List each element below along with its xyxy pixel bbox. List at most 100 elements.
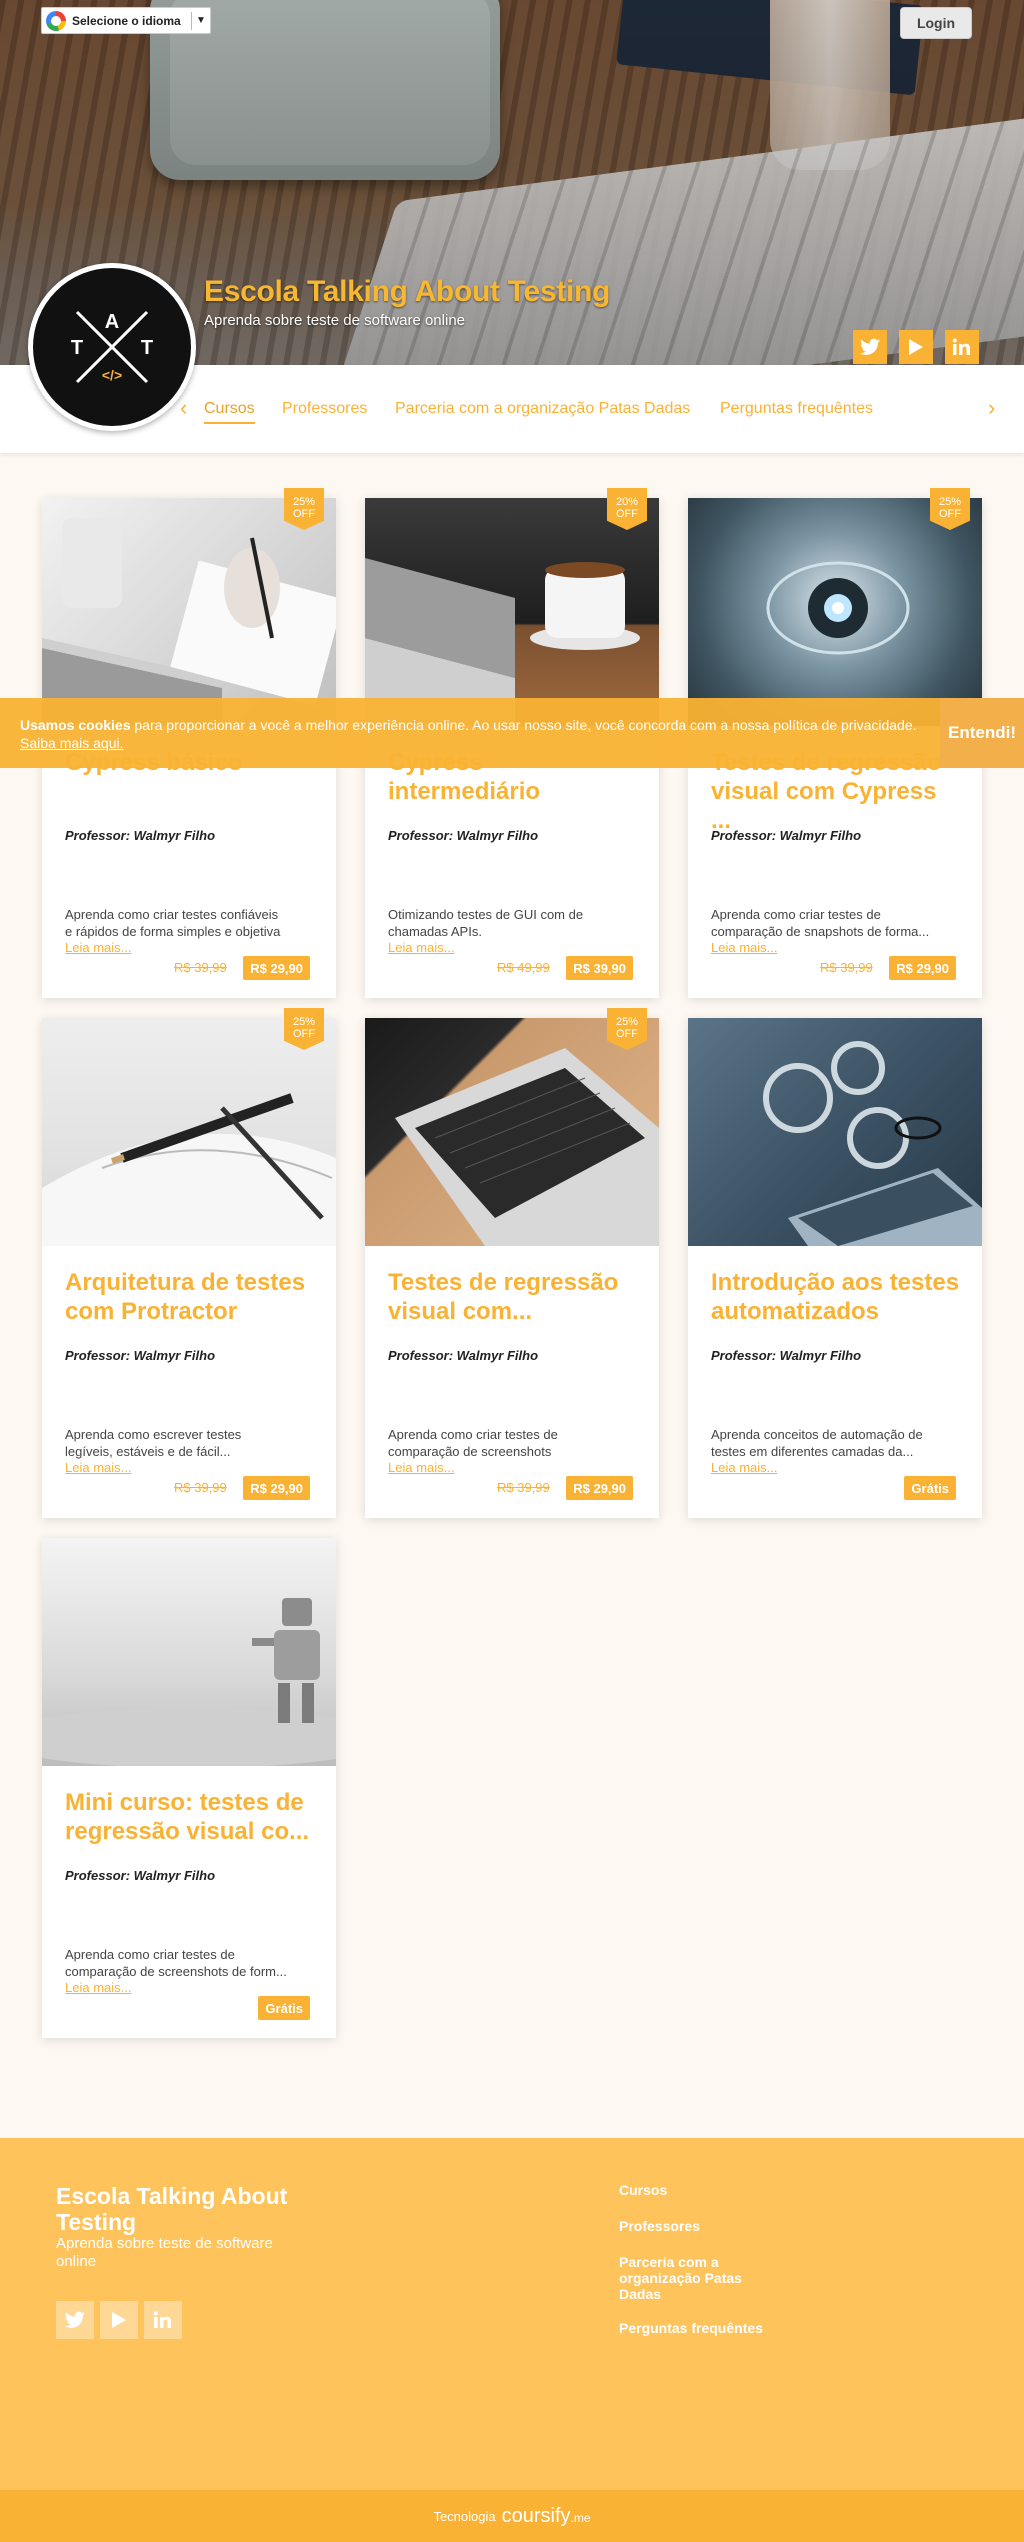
cookie-message: Usamos cookies para proporcionar a você … <box>20 716 920 752</box>
course-image-art <box>42 1093 336 1246</box>
course-description-line-1: Aprenda conceitos de automação de <box>711 1427 923 1442</box>
brand-name: coursify <box>501 2504 571 2527</box>
old-price: R$ 39,99 <box>497 1480 550 1495</box>
tech-label: Tecnologia <box>433 2508 496 2524</box>
course-professor: Professor: Walmyr Filho <box>65 1868 216 1883</box>
course-description-line-2: e rápidos de forma simples e objetiva <box>65 924 281 939</box>
course-image <box>42 498 336 726</box>
old-price: R$ 39,99 <box>174 1480 227 1495</box>
course-card-mini-curso[interactable]: Mini curso: testes de regressão visual c… <box>42 1538 336 2038</box>
course-image <box>42 1538 336 1766</box>
footer-link-perguntas[interactable]: Perguntas frequêntes <box>619 2320 769 2336</box>
google-icon <box>46 10 66 31</box>
course-title[interactable]: Introdução aos testes automatizados <box>711 1268 961 1326</box>
language-label: Selecione o idioma <box>72 13 181 28</box>
price-tag: Grátis <box>904 1476 956 1500</box>
tab-parceria[interactable]: Parceria com a organização Patas Dadas <box>395 400 690 418</box>
course-description-line-2: chamadas APIs. <box>388 924 482 939</box>
tab-perguntas[interactable]: Perguntas frequêntes <box>720 400 873 418</box>
powered-by-bar: Tecnologia coursify.me <box>0 2490 1024 2542</box>
course-description-line-2: legíveis, estáveis e de fácil... <box>65 1444 231 1459</box>
course-professor: Professor: Walmyr Filho <box>65 1348 216 1363</box>
course-description-line-1: Aprenda como criar testes de <box>388 1427 558 1442</box>
course-image <box>365 1018 659 1246</box>
twitter-icon <box>860 338 880 355</box>
linkedin-icon <box>952 338 970 355</box>
language-selector[interactable]: Selecione o idioma ▼ <box>41 7 211 34</box>
school-subtitle: Aprenda sobre teste de software online <box>204 312 465 329</box>
course-description-line-2: comparação de screenshots <box>388 1444 552 1459</box>
twitter-icon <box>65 2311 85 2328</box>
price-tag: R$ 29,90 <box>243 956 310 980</box>
course-image <box>688 498 982 726</box>
course-card-introducao-testes[interactable]: Introdução aos testes automatizados Prof… <box>688 1018 982 1518</box>
course-description-line-1: Aprenda como criar testes de <box>711 907 881 922</box>
logo-code: </> <box>102 367 122 383</box>
read-more-link[interactable]: Leia mais... <box>711 940 777 955</box>
price-tag: R$ 29,90 <box>566 1476 633 1500</box>
read-more-link[interactable]: Leia mais... <box>65 1980 131 1995</box>
course-description-line-1: Aprenda como criar testes de <box>65 1947 235 1962</box>
coursify-logo[interactable]: coursify.me <box>502 2505 591 2528</box>
course-title[interactable]: Testes de regressão visual com... <box>388 1268 638 1326</box>
course-description-line-1: Aprenda como escrever testes <box>65 1427 242 1442</box>
course-professor: Professor: Walmyr Filho <box>711 828 862 843</box>
chevron-right-icon[interactable]: › <box>988 395 995 421</box>
cookie-learn-more-link[interactable]: Saiba mais aqui. <box>20 735 124 751</box>
logo-letter-t-right: T <box>141 337 153 359</box>
course-image <box>42 1018 336 1246</box>
footer-youtube-link[interactable] <box>100 2301 138 2339</box>
logo-mark: A T T </> <box>71 310 153 384</box>
course-professor: Professor: Walmyr Filho <box>388 828 539 843</box>
read-more-link[interactable]: Leia mais... <box>65 1460 131 1475</box>
course-description-line-1: Otimizando testes de GUI com de <box>388 907 584 922</box>
school-title: Escola Talking About Testing <box>204 275 611 308</box>
brand-suffix: .me <box>570 2510 591 2525</box>
read-more-link[interactable]: Leia mais... <box>65 940 131 955</box>
read-more-link[interactable]: Leia mais... <box>388 1460 454 1475</box>
cookie-text: para proporcionar a você a melhor experi… <box>130 717 917 733</box>
cookie-accept-button[interactable]: Entendi! <box>940 698 1024 768</box>
footer-link-parceria[interactable]: Parceria com a organização Patas Dadas <box>619 2254 769 2302</box>
course-professor: Professor: Walmyr Filho <box>388 1348 539 1363</box>
course-image-art <box>766 561 910 655</box>
old-price: R$ 49,99 <box>497 960 550 975</box>
linkedin-link[interactable] <box>945 330 979 364</box>
login-button[interactable]: Login <box>900 7 972 39</box>
youtube-link[interactable] <box>899 330 933 364</box>
course-description-line-1: Aprenda como criar testes confiáveis <box>65 907 279 922</box>
course-image <box>688 1018 982 1246</box>
footer-twitter-link[interactable] <box>56 2301 94 2339</box>
twitter-link[interactable] <box>853 330 887 364</box>
course-image-art <box>763 1041 982 1246</box>
linkedin-icon <box>153 2311 171 2328</box>
school-logo[interactable]: A T T </> <box>28 263 196 431</box>
old-price: R$ 39,99 <box>174 960 227 975</box>
footer-link-professores[interactable]: Professores <box>619 2218 769 2234</box>
logo-letter-a: A <box>105 311 119 333</box>
course-image-art <box>42 1598 336 1766</box>
cookie-banner: Usamos cookies para proporcionar a você … <box>0 698 1024 768</box>
price-tag: R$ 29,90 <box>889 956 956 980</box>
tab-professores[interactable]: Professores <box>282 400 367 418</box>
course-description-line-2: comparação de snapshots de forma... <box>711 924 930 939</box>
cookie-bold-text: Usamos cookies <box>20 717 131 733</box>
course-title[interactable]: Arquitetura de testes com Protractor <box>65 1268 315 1326</box>
read-more-link[interactable]: Leia mais... <box>388 940 454 955</box>
footer-link-cursos[interactable]: Cursos <box>619 2182 769 2198</box>
course-card-arquitetura-protractor[interactable]: 25% OFF Arquitetura de testes com Protra… <box>42 1008 336 1518</box>
course-card-regressao-visual-screenshots[interactable]: 25% OFF Testes de regressão visual com..… <box>365 1008 659 1518</box>
youtube-icon <box>112 2312 126 2328</box>
logo-letter-t-left: T <box>71 337 83 359</box>
course-description-line-2: testes em diferentes camadas da... <box>711 1444 914 1459</box>
price-tag: Grátis <box>258 1996 310 2020</box>
footer-linkedin-link[interactable] <box>144 2301 182 2339</box>
course-title[interactable]: Mini curso: testes de regressão visual c… <box>65 1788 315 1846</box>
price-tag: R$ 39,90 <box>566 956 633 980</box>
course-image <box>365 498 659 726</box>
course-professor: Professor: Walmyr Filho <box>65 828 216 843</box>
youtube-icon <box>909 339 923 355</box>
footer-title: Escola Talking About Testing <box>56 2183 288 2235</box>
read-more-link[interactable]: Leia mais... <box>711 1460 777 1475</box>
tab-cursos[interactable]: Cursos <box>204 400 255 424</box>
